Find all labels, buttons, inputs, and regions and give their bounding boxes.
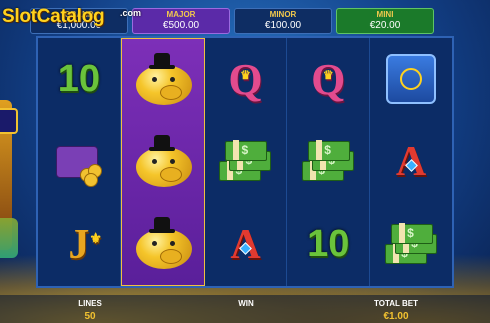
jackpot-label: MINOR: [269, 10, 297, 19]
watermark-logo: SlotCatalog .com: [2, 6, 141, 28]
reel-cell: [38, 121, 120, 204]
money-stack-symbol: [217, 140, 273, 183]
reel-4: ♛Q 10: [287, 38, 371, 286]
reel-cell: ♛ Q: [287, 38, 369, 121]
logo-brand: SlotCatalog: [2, 6, 105, 27]
total-bet-stat[interactable]: TOTAL BET €1.00: [364, 299, 428, 322]
jackpot-label: MAJOR: [166, 10, 196, 19]
reel-cell: [370, 203, 452, 286]
jackpot-major: MAJOR €500.00: [132, 8, 230, 34]
bottom-bar: LINES 50 WIN TOTAL BET €1.00: [0, 295, 490, 323]
lines-stat: LINES 50: [70, 299, 110, 322]
wallet-symbol: [52, 140, 106, 187]
reel-cell: [287, 121, 369, 204]
jackpot-mini: MINI €20.00: [336, 8, 434, 34]
reel-cell: 10: [38, 38, 120, 121]
total-bet-value: €1.00: [383, 311, 409, 322]
lines-value: 50: [84, 311, 96, 322]
reel-2: [120, 38, 205, 286]
logo-domain: .com: [120, 8, 142, 18]
reel-cell: ♛ Q: [205, 38, 287, 121]
crown-icon: ♛: [322, 67, 334, 82]
jackpot-minor: MINOR €100.00: [234, 8, 332, 34]
reel-cell: [122, 203, 204, 285]
jackpot-value: €500.00: [162, 20, 200, 31]
ace-symbol: A: [396, 138, 426, 186]
queen-symbol: ♛ Q: [228, 54, 263, 104]
reel-cell: [205, 121, 287, 204]
money-stack-symbol: [383, 222, 439, 266]
win-label: WIN: [238, 299, 254, 308]
lines-label: LINES: [78, 299, 102, 308]
total-bet-label: TOTAL BET: [374, 299, 418, 308]
win-stat: WIN: [226, 299, 266, 311]
safe-symbol: [386, 54, 437, 105]
jackpot-value: €20.00: [369, 20, 401, 31]
ten-symbol: 10: [57, 57, 101, 100]
fleur-icon: ⚜: [89, 231, 102, 247]
reel-cell: J ⚜: [38, 203, 120, 286]
ace-symbol: A: [230, 221, 260, 269]
queen-symbol: ♛ Q: [311, 54, 346, 104]
side-badge: [0, 108, 18, 134]
reel-cell: 10: [287, 203, 369, 286]
piggy-bank-symbol: [132, 215, 194, 273]
reel-3: ♛Q A: [205, 38, 288, 286]
reel-cell: A: [205, 203, 287, 286]
jack-symbol: J ⚜: [68, 221, 102, 268]
reel-5: A: [370, 38, 452, 286]
ten-symbol: 10: [307, 223, 350, 266]
crown-icon: ♛: [240, 67, 251, 82]
reel-cell: [122, 39, 204, 121]
jackpot-label: MINI: [376, 10, 394, 19]
reel-cell: [122, 121, 204, 203]
reel-grid: 10 J⚜ ♛Q A ♛Q 10 A: [36, 36, 454, 288]
reel-cell: [370, 38, 452, 121]
piggy-bank-symbol: [132, 51, 194, 109]
side-badge-bottom: [0, 218, 18, 258]
piggy-bank-symbol: [132, 133, 194, 191]
jackpot-value: €100.00: [264, 20, 302, 31]
reel-cell: A: [370, 121, 452, 204]
reel-1: 10 J ⚜: [38, 38, 121, 286]
money-stack-symbol: [300, 140, 356, 183]
